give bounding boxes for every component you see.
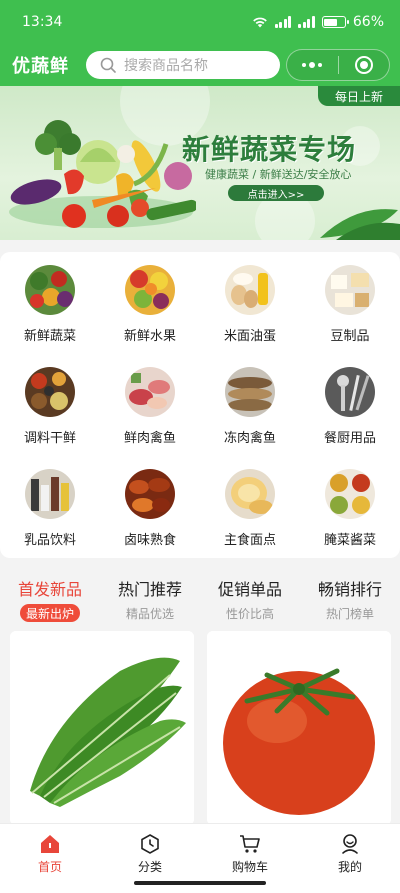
tab-new-arrivals[interactable]: 首发新品 最新出炉 bbox=[0, 566, 100, 622]
nav-label: 分类 bbox=[137, 860, 162, 874]
category-label: 米面油蛋 bbox=[223, 329, 276, 344]
tab-promotions[interactable]: 促销单品 性价比高 bbox=[200, 566, 300, 622]
tab-subtitle: 精品优选 bbox=[125, 606, 174, 621]
nav-home[interactable]: 首页 bbox=[0, 824, 100, 893]
status-icons: 66% bbox=[252, 14, 384, 30]
category-tofu-products[interactable]: 豆制品 bbox=[300, 252, 400, 354]
category-label: 调料干鲜 bbox=[23, 431, 76, 446]
leaf-illustration bbox=[320, 209, 400, 240]
category-label: 新鲜蔬菜 bbox=[23, 329, 76, 344]
drinks-icon bbox=[25, 469, 75, 519]
category-fresh-vegetables[interactable]: 新鲜蔬菜 bbox=[0, 252, 100, 354]
nav-label: 购物车 bbox=[231, 860, 268, 874]
category-icon bbox=[141, 834, 159, 854]
product-card[interactable] bbox=[10, 631, 194, 825]
banner-subtitle: 健康蔬菜 / 新鲜送达/安全放心 bbox=[205, 168, 352, 181]
pickles-icon bbox=[325, 469, 375, 519]
category-seasonings-dried[interactable]: 调料干鲜 bbox=[0, 354, 100, 456]
tab-subtitle: 热门榜单 bbox=[325, 606, 374, 621]
category-label: 乳品饮料 bbox=[23, 533, 76, 548]
profile-icon bbox=[342, 834, 358, 854]
category-grid: 新鲜蔬菜 新鲜水果 米面油蛋 豆制品 调料干鲜 鲜肉禽鱼 冻肉禽鱼 餐厨用品 乳… bbox=[0, 252, 400, 558]
tab-best-sellers[interactable]: 畅销排行 热门榜单 bbox=[300, 566, 400, 622]
search-placeholder: 搜索商品名称 bbox=[124, 58, 208, 74]
cart-icon bbox=[240, 835, 260, 853]
tomato-photo bbox=[207, 631, 391, 825]
category-pickles-sauces[interactable]: 腌菜酱菜 bbox=[300, 456, 400, 558]
banner-title: 新鲜蔬菜专场 bbox=[182, 133, 357, 166]
category-label: 鲜肉禽鱼 bbox=[123, 431, 176, 446]
vegetables-illustration bbox=[9, 120, 196, 228]
category-fresh-fruit[interactable]: 新鲜水果 bbox=[100, 252, 200, 354]
nav-label: 我的 bbox=[337, 860, 362, 874]
category-braised-deli[interactable]: 卤味熟食 bbox=[100, 456, 200, 558]
signal-icon bbox=[274, 16, 292, 28]
category-label: 主食面点 bbox=[223, 533, 276, 548]
promo-banner[interactable]: 每日上新 新鲜蔬菜专场 健康蔬菜 / 新鲜送达/安全放心 点击进入>> bbox=[0, 86, 400, 240]
tab-hot-recommendations[interactable]: 热门推荐 精品优选 bbox=[100, 566, 200, 622]
close-miniprogram-button[interactable] bbox=[339, 50, 390, 80]
banner-enter-button[interactable]: 点击进入>> bbox=[228, 185, 324, 201]
staple-food-icon bbox=[225, 469, 275, 519]
category-label: 腌菜酱菜 bbox=[323, 533, 376, 548]
tofu-icon bbox=[325, 265, 375, 315]
search-input[interactable]: 搜索商品名称 bbox=[86, 51, 280, 79]
category-fresh-meat-fish[interactable]: 鲜肉禽鱼 bbox=[100, 354, 200, 456]
brand-title: 优蔬鲜 bbox=[12, 56, 69, 77]
fruit-icon bbox=[125, 265, 175, 315]
category-kitchenware[interactable]: 餐厨用品 bbox=[300, 354, 400, 456]
leafy-greens-photo bbox=[10, 631, 194, 825]
product-tabs: 首发新品 最新出炉 热门推荐 精品优选 促销单品 性价比高 畅销排行 热门榜单 bbox=[0, 566, 400, 622]
utensils-icon bbox=[325, 367, 375, 417]
category-staples-pastry[interactable]: 主食面点 bbox=[200, 456, 300, 558]
battery-icon bbox=[321, 16, 349, 28]
tab-subtitle: 最新出炉 bbox=[19, 604, 80, 622]
category-label: 冻肉禽鱼 bbox=[223, 431, 276, 446]
spices-icon bbox=[25, 367, 75, 417]
target-icon bbox=[354, 56, 373, 74]
category-label: 豆制品 bbox=[330, 329, 370, 344]
nav-label: 首页 bbox=[37, 860, 62, 874]
product-card[interactable] bbox=[207, 631, 391, 825]
category-label: 新鲜水果 bbox=[123, 329, 176, 344]
battery-percent: 66% bbox=[352, 14, 384, 30]
home-icon bbox=[41, 835, 59, 853]
category-label: 餐厨用品 bbox=[323, 431, 376, 446]
frozen-fish-icon bbox=[225, 367, 275, 417]
tab-title: 首发新品 bbox=[17, 580, 82, 599]
miniprogram-capsule bbox=[286, 49, 390, 81]
tab-title: 促销单品 bbox=[217, 580, 282, 599]
app-header: 优蔬鲜 搜索商品名称 bbox=[0, 44, 400, 86]
vegetables-icon bbox=[25, 265, 75, 315]
tab-title: 热门推荐 bbox=[117, 580, 182, 599]
tab-title: 畅销排行 bbox=[317, 580, 382, 599]
daily-new-tag: 每日上新 bbox=[318, 86, 400, 106]
home-indicator bbox=[134, 881, 266, 885]
more-dots-icon bbox=[302, 62, 323, 68]
wifi-icon bbox=[253, 17, 267, 28]
category-label: 卤味熟食 bbox=[123, 533, 176, 548]
status-time: 13:34 bbox=[22, 14, 63, 30]
more-button[interactable] bbox=[287, 50, 338, 80]
signal-icon-2 bbox=[298, 16, 315, 28]
fresh-meat-icon bbox=[125, 367, 175, 417]
category-frozen-meat-fish[interactable]: 冻肉禽鱼 bbox=[200, 354, 300, 456]
nav-profile[interactable]: 我的 bbox=[300, 824, 400, 893]
braised-food-icon bbox=[125, 469, 175, 519]
search-icon bbox=[100, 57, 116, 73]
category-rice-noodles-oil-eggs[interactable]: 米面油蛋 bbox=[200, 252, 300, 354]
category-dairy-drinks[interactable]: 乳品饮料 bbox=[0, 456, 100, 558]
status-bar: 13:34 66% bbox=[0, 0, 400, 44]
grain-oil-eggs-icon bbox=[225, 265, 275, 315]
tab-subtitle: 性价比高 bbox=[225, 606, 274, 621]
